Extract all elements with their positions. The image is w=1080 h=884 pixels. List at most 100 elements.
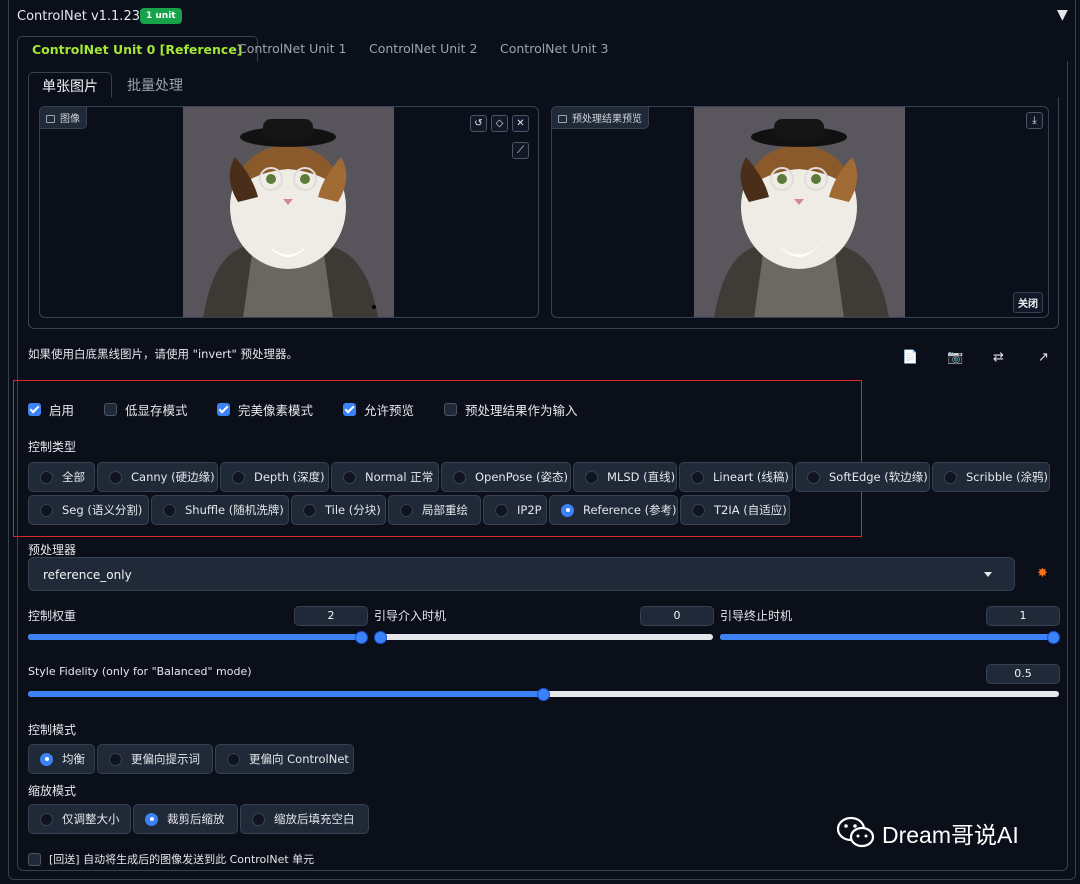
style-fidelity-input[interactable]: 0.5 <box>986 664 1060 684</box>
weight-slider-fill <box>28 634 362 640</box>
control-type-reference[interactable]: Reference (参考) <box>549 495 678 525</box>
preprocessor-as-input-checkbox[interactable]: 预处理结果作为输入 <box>444 401 578 418</box>
guidance-end-slider-fill <box>720 634 1059 640</box>
radio-dot <box>585 470 598 484</box>
radio-dot <box>343 470 356 484</box>
control-type-canny[interactable]: Canny (硬边缘) <box>97 462 218 492</box>
radio-dot <box>109 470 122 484</box>
control-type-shuffle[interactable]: Shuffle (随机洗牌) <box>151 495 289 525</box>
checkbox-mark <box>343 402 356 416</box>
resize-mode-label: 缩放模式 <box>28 784 77 798</box>
panel-title: ControlNet v1.1.238 <box>17 9 149 24</box>
control-type-normal[interactable]: Normal 正常 <box>331 462 439 492</box>
checkbox-mark <box>217 402 230 416</box>
weight-input[interactable]: 2 <box>294 606 368 626</box>
brush-icon[interactable]: ⟋ <box>512 142 529 159</box>
control-type-scribble[interactable]: Scribble (涂鸦) <box>932 462 1050 492</box>
camera-icon[interactable]: 📷 <box>947 350 963 365</box>
radio-dot-selected <box>561 503 574 517</box>
preview-label: 预处理结果预览 <box>552 107 649 129</box>
radio-dot <box>109 752 122 766</box>
control-type-ip2p[interactable]: IP2P <box>483 495 547 525</box>
guidance-start-slider-thumb[interactable] <box>374 631 387 644</box>
radio-dot <box>252 812 265 826</box>
control-type-seg[interactable]: Seg (语义分割) <box>28 495 149 525</box>
control-type-mlsd[interactable]: MLSD (直线) <box>573 462 677 492</box>
preprocessor-label: 预处理器 <box>28 543 77 557</box>
undo-icon[interactable]: ↺ <box>470 115 487 132</box>
resize-mode-just-resize[interactable]: 仅调整大小 <box>28 804 131 834</box>
checkbox-mark <box>104 402 117 416</box>
radio-dot <box>40 503 53 517</box>
watermark: Dream哥说AI <box>836 816 1019 850</box>
control-type-inpaint[interactable]: 局部重绘 <box>388 495 481 525</box>
radio-dot <box>807 470 820 484</box>
weight-slider-thumb[interactable] <box>355 631 368 644</box>
collapse-icon[interactable]: ▼ <box>1057 7 1068 23</box>
image-input-panel[interactable]: 图像 ↺ ◇ ✕ ⟋ <box>39 106 539 318</box>
close-icon[interactable]: ✕ <box>512 115 529 132</box>
control-mode-prompt[interactable]: 更偏向提示词 <box>97 744 213 774</box>
tab-unit-0[interactable]: ControlNet Unit 0 [Reference] <box>17 36 258 62</box>
control-mode-balanced[interactable]: 均衡 <box>28 744 95 774</box>
tab-batch[interactable]: 批量处理 <box>114 72 196 98</box>
guidance-start-slider-track[interactable] <box>375 634 713 640</box>
close-preview-button[interactable]: 关闭 <box>1013 292 1043 313</box>
wechat-icon <box>836 816 875 848</box>
invert-hint: 如果使用白底黑线图片，请使用 "invert" 预处理器。 <box>28 347 298 361</box>
resize-mode-fill[interactable]: 缩放后填充空白 <box>240 804 369 834</box>
brush-cursor <box>372 305 376 309</box>
control-type-t2ia[interactable]: T2IA (自适应) <box>680 495 790 525</box>
tab-unit-3[interactable]: ControlNet Unit 3 <box>486 36 622 62</box>
preview-image <box>694 107 905 317</box>
radio-dot <box>495 503 508 517</box>
control-type-tile[interactable]: Tile (分块) <box>291 495 386 525</box>
preprocessor-dropdown[interactable]: reference_only <box>28 557 1015 591</box>
radio-dot <box>40 812 53 826</box>
low-vram-checkbox[interactable]: 低显存模式 <box>104 401 188 418</box>
send-dimensions-icon[interactable]: ↗ <box>1038 350 1049 365</box>
style-fidelity-slider-fill <box>28 691 544 697</box>
radio-dot <box>227 752 240 766</box>
control-type-label: 控制类型 <box>28 440 77 454</box>
run-preprocessor-icon[interactable]: ✸ <box>1037 566 1048 581</box>
download-icon[interactable]: ⤓ <box>1026 112 1043 129</box>
tab-unit-1[interactable]: ControlNet Unit 1 <box>224 36 360 62</box>
enable-checkbox[interactable]: 启用 <box>28 401 74 418</box>
input-image <box>183 107 394 317</box>
new-canvas-icon[interactable]: 📄 <box>902 350 918 365</box>
radio-dot <box>232 470 245 484</box>
loopback-checkbox[interactable]: [回送] 自动将生成后的图像发送到此 ControlNet 单元 <box>28 851 314 867</box>
radio-dot <box>163 503 176 517</box>
guidance-start-label: 引导介入时机 <box>374 609 447 623</box>
control-type-lineart[interactable]: Lineart (线稿) <box>679 462 793 492</box>
radio-dot <box>944 470 957 484</box>
pixel-perfect-checkbox[interactable]: 完美像素模式 <box>217 401 313 418</box>
control-type-all[interactable]: 全部 <box>28 462 95 492</box>
control-mode-controlnet[interactable]: 更偏向 ControlNet <box>215 744 354 774</box>
style-fidelity-slider-thumb[interactable] <box>537 688 550 701</box>
control-type-openpose[interactable]: OpenPose (姿态) <box>441 462 571 492</box>
style-fidelity-label: Style Fidelity (only for "Balanced" mode… <box>28 665 252 678</box>
radio-dot <box>691 470 704 484</box>
checkbox-mark <box>444 402 457 416</box>
control-type-depth[interactable]: Depth (深度) <box>220 462 329 492</box>
swap-icon[interactable]: ⇄ <box>993 350 1004 365</box>
resize-mode-crop[interactable]: 裁剪后缩放 <box>133 804 238 834</box>
weight-label: 控制权重 <box>28 609 77 623</box>
radio-dot <box>692 503 705 517</box>
guidance-end-input[interactable]: 1 <box>986 606 1060 626</box>
radio-dot-selected <box>145 812 158 826</box>
radio-dot-selected <box>40 752 53 766</box>
control-type-softedge[interactable]: SoftEdge (软边缘) <box>795 462 930 492</box>
image-icon <box>46 115 55 123</box>
radio-dot <box>400 503 413 517</box>
allow-preview-checkbox[interactable]: 允许预览 <box>343 401 414 418</box>
radio-dot <box>40 470 53 484</box>
tab-unit-2[interactable]: ControlNet Unit 2 <box>355 36 491 62</box>
guidance-end-slider-thumb[interactable] <box>1047 631 1060 644</box>
eraser-icon[interactable]: ◇ <box>491 115 508 132</box>
guidance-start-input[interactable]: 0 <box>640 606 714 626</box>
tab-single-image[interactable]: 单张图片 <box>28 72 112 98</box>
checkbox-mark <box>28 852 41 866</box>
